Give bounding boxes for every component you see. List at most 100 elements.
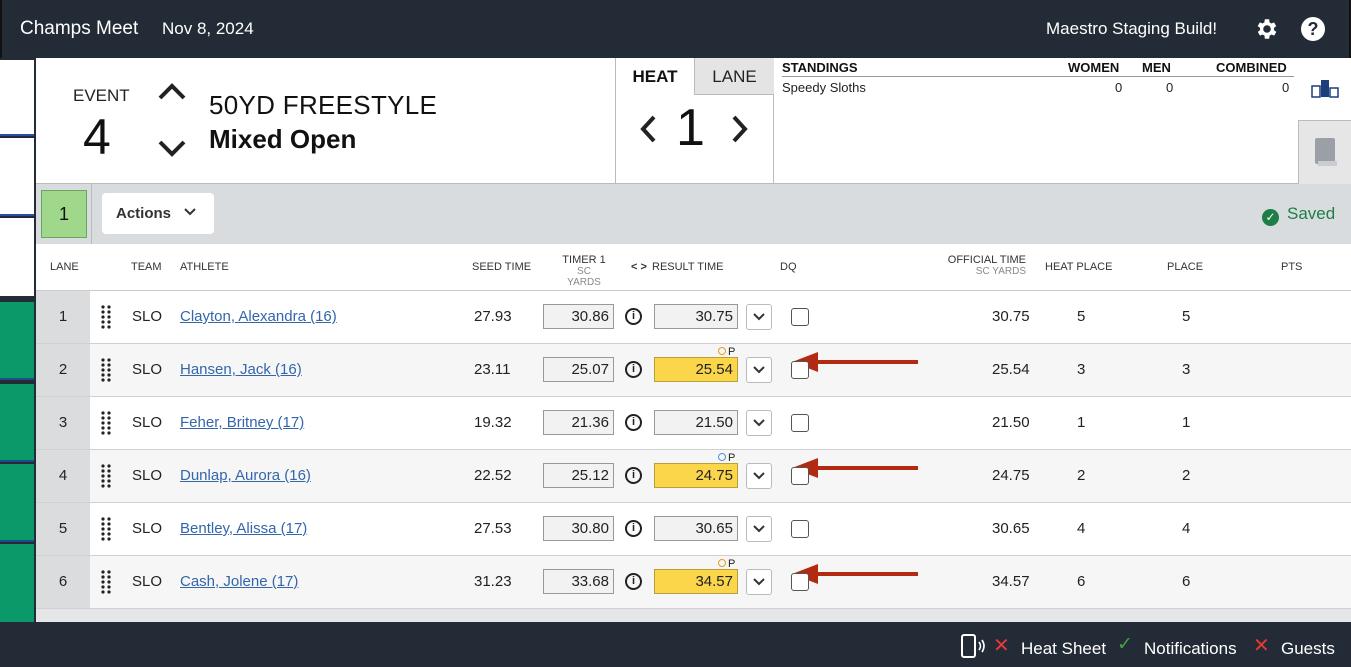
col-official-time: OFFICIAL TIME SC YARDS [946, 254, 1026, 277]
place: 4 [1182, 520, 1191, 537]
athlete-link[interactable]: Bentley, Alissa (17) [180, 520, 307, 537]
heat-toolbar: 1 Actions ✓ Saved [36, 184, 1351, 244]
info-icon[interactable]: i [625, 308, 642, 325]
podium-icon[interactable] [1311, 78, 1339, 98]
info-icon[interactable]: i [625, 361, 642, 378]
tab-lane[interactable]: LANE [694, 58, 774, 95]
annotation-arrow-icon [792, 564, 918, 584]
chevron-up-icon[interactable] [156, 80, 188, 102]
info-icon[interactable]: i [625, 573, 642, 590]
place: 2 [1182, 467, 1191, 484]
athlete-link[interactable]: Feher, Britney (17) [180, 414, 304, 431]
dq-checkbox[interactable] [791, 573, 809, 591]
result-dropdown-button[interactable] [746, 357, 772, 383]
seed-time: 27.93 [474, 308, 512, 325]
chevron-left-icon[interactable] [638, 114, 658, 144]
athlete-link[interactable]: Cash, Jolene (17) [180, 573, 298, 590]
athlete-link[interactable]: Clayton, Alexandra (16) [180, 308, 337, 325]
result-time-input[interactable]: 34.57 [654, 569, 738, 594]
heat-place: 6 [1077, 573, 1086, 590]
seed-time: 19.32 [474, 414, 512, 431]
team-code: SLO [132, 467, 163, 484]
dq-checkbox[interactable] [791, 361, 809, 379]
result-dropdown-button[interactable] [746, 516, 772, 542]
dq-checkbox[interactable] [791, 520, 809, 538]
notifications-status[interactable]: Notifications [1144, 639, 1237, 659]
official-time: 24.75 [992, 467, 1030, 484]
seed-time: 23.11 [474, 361, 511, 378]
drag-handle-icon[interactable] [100, 516, 112, 542]
official-time: 34.57 [992, 573, 1030, 590]
result-dropdown-button[interactable] [746, 569, 772, 595]
timer-input[interactable]: 25.07 [543, 357, 614, 382]
result-time-input[interactable]: 21.50 [654, 410, 738, 435]
official-time: 21.50 [992, 414, 1030, 431]
drag-handle-icon[interactable] [100, 463, 112, 489]
book-button[interactable] [1298, 120, 1351, 184]
timer-input[interactable]: 30.86 [543, 304, 614, 329]
result-time-input[interactable]: 30.65 [654, 516, 738, 541]
event-division: Mixed Open [209, 124, 357, 154]
timer-input[interactable]: 25.12 [543, 463, 614, 488]
info-icon[interactable]: i [625, 467, 642, 484]
chevron-right-icon[interactable] [730, 114, 750, 144]
col-dq: DQ [780, 261, 797, 273]
result-time-input[interactable]: 30.75 [654, 304, 738, 329]
strip-cell[interactable] [0, 218, 34, 296]
athlete-link[interactable]: Dunlap, Aurora (16) [180, 467, 311, 484]
tab-heat[interactable]: HEAT [616, 58, 694, 95]
result-dropdown-button[interactable] [746, 410, 772, 436]
athlete-link[interactable]: Hansen, Jack (16) [180, 361, 302, 378]
actions-button[interactable]: Actions [102, 193, 214, 234]
lane-number: 4 [36, 450, 90, 502]
team-code: SLO [132, 520, 163, 537]
table-row: 3 SLO Feher, Britney (17) 19.32 21.36 i … [36, 397, 1351, 450]
drag-handle-icon[interactable] [100, 410, 112, 436]
event-number: 4 [83, 109, 111, 165]
drag-handle-icon[interactable] [100, 569, 112, 595]
timer-input[interactable]: 21.36 [543, 410, 614, 435]
annotation-arrow-icon [792, 458, 918, 478]
chevron-down-icon[interactable] [156, 138, 188, 160]
drag-handle-icon[interactable] [100, 357, 112, 383]
heat-sheet-status[interactable]: Heat Sheet [1021, 639, 1106, 659]
help-icon[interactable]: ? [1301, 17, 1325, 41]
table-row: 6 SLO Cash, Jolene (17) 31.23 33.68 i P … [36, 556, 1351, 609]
table-row: 4 SLO Dunlap, Aurora (16) 22.52 25.12 i … [36, 450, 1351, 503]
annotation-arrow-icon [792, 352, 918, 372]
lane-number: 3 [36, 397, 90, 449]
heat-chip[interactable]: 1 [41, 190, 87, 238]
result-time-input[interactable]: 25.54 [654, 357, 738, 382]
strip-cell[interactable] [0, 544, 34, 622]
timer-input[interactable]: 30.80 [543, 516, 614, 541]
standings-col-men: MEN [1142, 60, 1171, 75]
dq-checkbox[interactable] [791, 467, 809, 485]
dq-checkbox[interactable] [791, 414, 809, 432]
strip-cell[interactable] [0, 464, 34, 542]
guests-status[interactable]: Guests [1281, 639, 1335, 659]
table-row: 2 SLO Hansen, Jack (16) 23.11 25.07 i P … [36, 344, 1351, 397]
col-pts: PTS [1281, 261, 1303, 273]
drag-handle-icon[interactable] [100, 304, 112, 330]
timer-input[interactable]: 33.68 [543, 569, 614, 594]
official-time: 25.54 [992, 361, 1030, 378]
heat-place: 2 [1077, 467, 1086, 484]
dq-checkbox[interactable] [791, 308, 809, 326]
strip-cell[interactable] [0, 138, 34, 216]
team-code: SLO [132, 361, 163, 378]
gear-icon[interactable] [1254, 16, 1280, 42]
info-dot-icon [718, 453, 726, 461]
place: 3 [1182, 361, 1191, 378]
check-icon: ✓ [1117, 634, 1133, 655]
strip-cell[interactable] [0, 60, 34, 136]
strip-cell[interactable] [0, 302, 34, 380]
row-body: SLO Dunlap, Aurora (16) 22.52 25.12 i P … [90, 450, 1351, 502]
result-dropdown-button[interactable] [746, 463, 772, 489]
result-dropdown-button[interactable] [746, 304, 772, 330]
result-toggle-arrows[interactable]: < > [631, 261, 647, 273]
result-time-input[interactable]: 24.75 [654, 463, 738, 488]
info-icon[interactable]: i [625, 414, 642, 431]
col-athlete: ATHLETE [180, 261, 229, 273]
strip-cell[interactable] [0, 384, 34, 462]
info-icon[interactable]: i [625, 520, 642, 537]
